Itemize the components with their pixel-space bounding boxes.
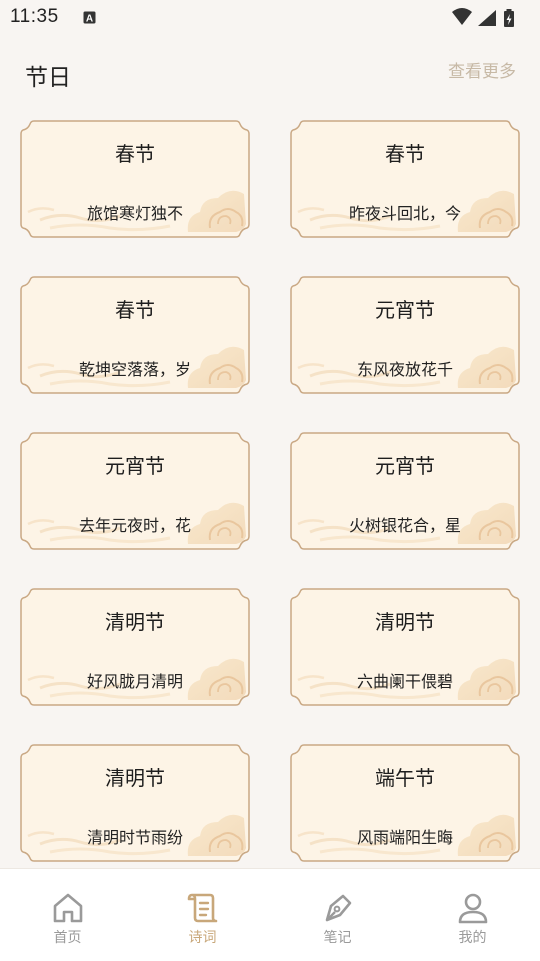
poem-card[interactable]: 清明节 清明时节雨纷 — [20, 744, 250, 862]
card-title: 端午节 — [375, 766, 435, 790]
tab-poetry[interactable]: 诗词 — [135, 869, 270, 961]
bottom-tab-bar: 首页 诗词 笔记 我的 — [0, 868, 540, 961]
card-poem-line: 去年元夜时，花 — [78, 516, 191, 535]
poem-card[interactable]: 清明节 六曲阑干偎碧 — [290, 588, 520, 706]
poem-card[interactable]: 端午节 风雨端阳生晦 — [290, 744, 520, 862]
view-more-link[interactable]: 查看更多 — [448, 57, 516, 82]
poem-card[interactable]: 春节 昨夜斗回北，今 — [290, 120, 520, 238]
tab-poetry-label: 诗词 — [188, 930, 217, 946]
card-title: 春节 — [115, 142, 155, 166]
signal-icon — [478, 10, 496, 26]
festival-poem-grid: 春节 旅馆寒灯独不 春节 昨夜斗回北，今 春节 乾坤空落落，岁 元宵节 东风夜放… — [0, 120, 540, 868]
card-title: 春节 — [115, 298, 155, 322]
tab-notes[interactable]: 笔记 — [270, 869, 405, 961]
card-poem-line: 火树银花合，星 — [348, 516, 461, 535]
section-title: 节日 — [25, 65, 71, 91]
card-title: 元宵节 — [375, 298, 435, 322]
card-title: 元宵节 — [105, 454, 165, 478]
tab-profile-label: 我的 — [458, 930, 487, 946]
tab-profile[interactable]: 我的 — [405, 869, 540, 961]
poem-card[interactable]: 春节 乾坤空落落，岁 — [20, 276, 250, 394]
card-poem-line: 六曲阑干偎碧 — [356, 672, 453, 691]
scroll-icon — [187, 893, 217, 923]
status-icons — [450, 7, 530, 27]
card-poem-line: 清明时节雨纷 — [86, 828, 183, 847]
poem-card[interactable]: 春节 旅馆寒灯独不 — [20, 120, 250, 238]
card-title: 清明节 — [375, 610, 435, 634]
card-poem-line: 乾坤空落落，岁 — [78, 360, 191, 379]
card-poem-line: 好风胧月清明 — [86, 672, 183, 691]
wifi-icon — [452, 8, 472, 25]
poem-card[interactable]: 元宵节 去年元夜时，花 — [20, 432, 250, 550]
tab-home-label: 首页 — [53, 930, 82, 946]
section-header: 节日 查看更多 — [0, 44, 540, 100]
card-title: 清明节 — [105, 766, 165, 790]
card-title: 清明节 — [105, 610, 165, 634]
battery-charging-icon — [504, 9, 514, 27]
poem-card[interactable]: 元宵节 火树银花合，星 — [290, 432, 520, 550]
text-input-icon: A — [83, 11, 96, 24]
card-title: 春节 — [385, 142, 425, 166]
card-poem-line: 风雨端阳生晦 — [356, 828, 453, 847]
status-time: 11:35 — [10, 6, 59, 27]
tab-notes-label: 笔记 — [323, 930, 352, 946]
card-title: 元宵节 — [375, 454, 435, 478]
poem-card[interactable]: 清明节 好风胧月清明 — [20, 588, 250, 706]
home-icon — [53, 893, 82, 923]
status-bar: 11:35 A — [0, 0, 540, 36]
card-poem-line: 旅馆寒灯独不 — [86, 204, 183, 223]
svg-text:A: A — [86, 14, 93, 25]
card-poem-line: 东风夜放花千 — [356, 360, 453, 379]
tab-home[interactable]: 首页 — [0, 869, 135, 961]
poem-card[interactable]: 元宵节 东风夜放花千 — [290, 276, 520, 394]
user-icon — [458, 893, 487, 924]
pen-nib-icon — [325, 894, 351, 922]
card-poem-line: 昨夜斗回北，今 — [348, 204, 461, 223]
